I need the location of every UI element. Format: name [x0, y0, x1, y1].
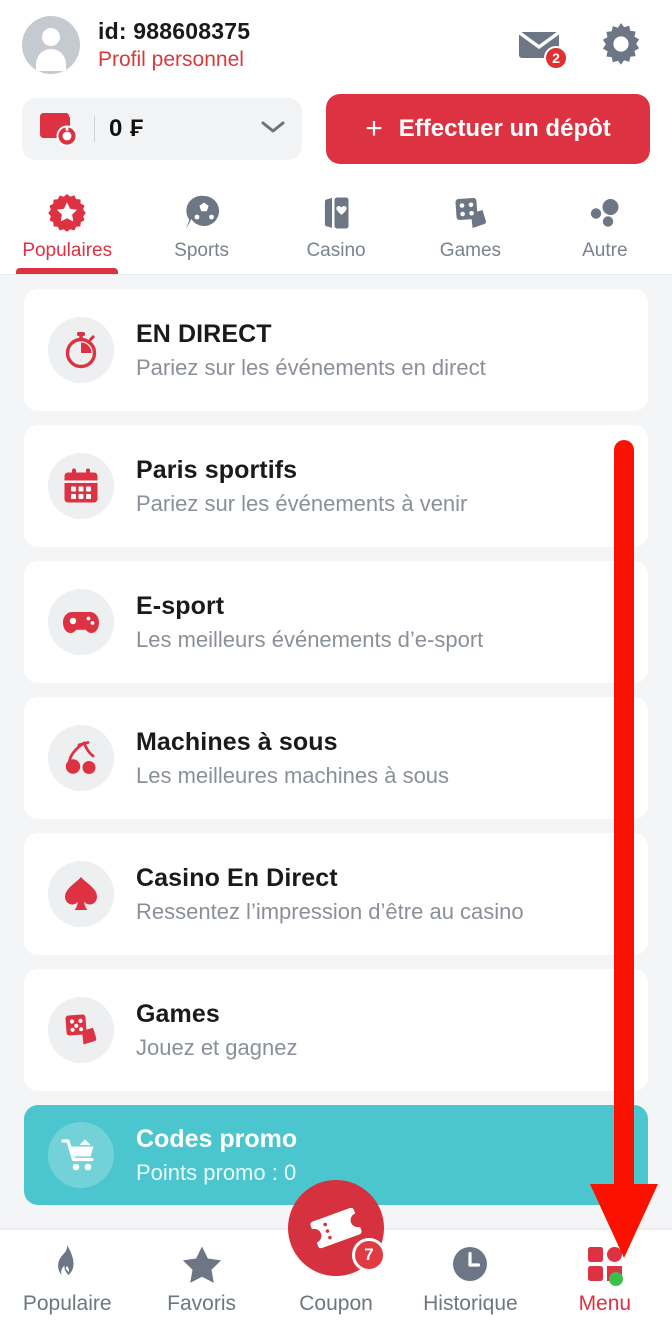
category-tabs: Populaires Sports Casino Games Autre	[0, 178, 672, 275]
balance-divider	[94, 116, 95, 142]
promo-title: Codes promo	[136, 1124, 298, 1153]
more-dots-icon	[585, 192, 625, 234]
list-item-e-sport[interactable]: E-sport Les meilleurs événements d’e-spo…	[24, 561, 648, 683]
balance-amount: 0 ₣	[109, 115, 144, 142]
list-item-text: Casino En Direct Ressentez l’impression …	[136, 864, 524, 925]
list-item-title: Paris sportifs	[136, 455, 298, 484]
category-list: EN DIRECT Pariez sur les événements en d…	[0, 275, 672, 1091]
balance-selector[interactable]: 0 ₣	[22, 98, 302, 160]
wallet-refresh-icon	[40, 113, 78, 147]
coupon-badge: 7	[352, 1238, 386, 1272]
user-id: id: 988608375	[98, 17, 251, 44]
header: id: 988608375 Profil personnel 2 0 ₣ + E…	[0, 0, 672, 178]
person-avatar-icon[interactable]	[22, 16, 80, 74]
list-item-subtitle: Ressentez l’impression d’être au casino	[136, 898, 524, 924]
tab-populaires[interactable]: Populaires	[0, 184, 134, 274]
spade-icon	[48, 861, 114, 927]
list-item-paris-sportifs[interactable]: Paris sportifs Pariez sur les événements…	[24, 425, 648, 547]
list-item-title: Casino En Direct	[136, 863, 338, 892]
list-item-machines-a-sous[interactable]: Machines à sous Les meilleures machines …	[24, 697, 648, 819]
chevron-down-icon[interactable]	[260, 119, 286, 140]
list-item-title: E-sport	[136, 591, 225, 620]
list-item-games[interactable]: Games Jouez et gagnez	[24, 969, 648, 1091]
playing-cards-icon	[316, 192, 356, 234]
gear-icon	[602, 23, 640, 65]
tab-label: Sports	[174, 240, 230, 261]
header-top-row: id: 988608375 Profil personnel 2	[22, 16, 650, 74]
settings-button[interactable]	[598, 22, 644, 68]
promo-subtitle: Points promo : 0	[136, 1159, 297, 1185]
list-item-subtitle: Les meilleures machines à sous	[136, 762, 450, 788]
list-item-subtitle: Pariez sur les événements à venir	[136, 490, 468, 516]
dice-cards-icon	[48, 997, 114, 1063]
nav-label: Coupon	[299, 1292, 373, 1315]
list-item-title: Machines à sous	[136, 727, 338, 756]
list-item-text: Games Jouez et gagnez	[136, 1000, 297, 1061]
promo-cart-icon	[48, 1122, 114, 1188]
header-actions: 2	[518, 22, 650, 70]
tab-label: Casino	[306, 240, 366, 261]
list-item-text: EN DIRECT Pariez sur les événements en d…	[136, 320, 486, 381]
flame-icon	[50, 1240, 84, 1288]
dice-icon	[450, 192, 490, 234]
tab-casino[interactable]: Casino	[269, 184, 403, 274]
list-item-subtitle: Jouez et gagnez	[136, 1034, 298, 1060]
list-item-title: EN DIRECT	[136, 319, 272, 348]
deposit-label: Effectuer un dépôt	[398, 115, 611, 142]
soccer-ball-icon	[182, 192, 222, 234]
nav-label: Favoris	[167, 1292, 237, 1315]
star-icon	[181, 1240, 223, 1288]
star-badge-icon	[47, 192, 87, 234]
clock-icon	[450, 1240, 490, 1288]
promo-text: Codes promo Points promo : 0	[136, 1125, 297, 1186]
balance-row: 0 ₣ + Effectuer un dépôt	[22, 94, 650, 164]
stopwatch-icon	[48, 317, 114, 383]
tab-label: Populaires	[22, 240, 113, 261]
deposit-button[interactable]: + Effectuer un dépôt	[326, 94, 650, 164]
nav-item-populaire[interactable]: Populaire	[0, 1240, 134, 1316]
calendar-icon	[48, 453, 114, 519]
profile-link[interactable]: Profil personnel	[98, 47, 250, 73]
list-item-text: E-sport Les meilleurs événements d’e-spo…	[136, 592, 483, 653]
cherry-icon	[48, 725, 114, 791]
list-item-subtitle: Les meilleurs événements d’e-sport	[136, 626, 484, 652]
list-item-casino-en-direct[interactable]: Casino En Direct Ressentez l’impression …	[24, 833, 648, 955]
mail-badge: 2	[544, 46, 568, 70]
list-item-en-direct[interactable]: EN DIRECT Pariez sur les événements en d…	[24, 289, 648, 411]
nav-label: Populaire	[22, 1292, 112, 1315]
plus-icon: +	[365, 112, 383, 145]
grid-menu-icon	[585, 1240, 625, 1288]
nav-item-menu[interactable]: Menu	[538, 1240, 672, 1316]
mail-button[interactable]: 2	[518, 22, 568, 70]
tab-label: Games	[439, 240, 502, 261]
nav-label: Menu	[578, 1292, 632, 1315]
app-screen: id: 988608375 Profil personnel 2 0 ₣ + E…	[0, 0, 672, 1342]
list-item-title: Games	[136, 999, 220, 1028]
nav-label: Historique	[423, 1292, 518, 1315]
list-item-text: Machines à sous Les meilleures machines …	[136, 728, 449, 789]
tab-autre[interactable]: Autre	[538, 184, 672, 274]
list-item-text: Paris sportifs Pariez sur les événements…	[136, 456, 467, 517]
ticket-icon	[310, 1207, 362, 1249]
coupon-fab-button[interactable]: 7	[288, 1180, 386, 1276]
identity-block: id: 988608375 Profil personnel	[98, 17, 250, 74]
tab-sports[interactable]: Sports	[134, 184, 268, 274]
list-item-subtitle: Pariez sur les événements en direct	[136, 354, 486, 380]
gamepad-icon	[48, 589, 114, 655]
tab-label: Autre	[582, 240, 628, 261]
tab-games[interactable]: Games	[403, 184, 537, 274]
nav-item-favoris[interactable]: Favoris	[134, 1240, 268, 1316]
nav-item-historique[interactable]: Historique	[403, 1240, 537, 1316]
menu-status-dot	[608, 1272, 623, 1286]
